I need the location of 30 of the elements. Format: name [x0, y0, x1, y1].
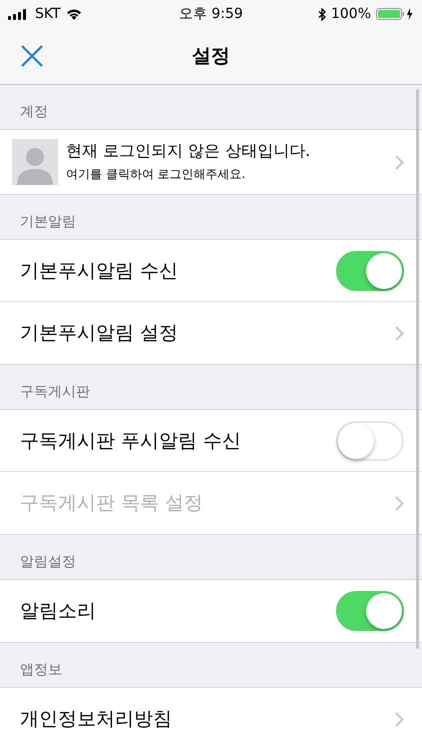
section-header: 알림설정 — [20, 553, 76, 571]
battery-charging-icon — [376, 8, 414, 20]
section-header: 앱정보 — [20, 661, 62, 679]
section-header: 구독게시판 — [20, 383, 90, 401]
login-row[interactable]: 현재 로그인되지 않은 상태입니다. 여기를 클릭하여 로그인해주세요. — [0, 130, 422, 194]
toggle-switch[interactable] — [336, 250, 404, 290]
status-time: 오후 9:59 — [179, 5, 243, 23]
toggle-switch[interactable] — [336, 591, 404, 631]
battery-percent: 100% — [330, 6, 371, 22]
setting-label: 구독게시판 목록 설정 — [20, 491, 204, 516]
settings-row[interactable]: 개인정보처리방침 — [0, 688, 422, 750]
section-header: 기본알림 — [20, 213, 76, 231]
section-header: 계정 — [20, 103, 48, 121]
chevron-icon — [395, 326, 404, 340]
carrier-name: SKT — [35, 6, 61, 22]
chevron-icon — [395, 712, 404, 726]
login-status-text: 현재 로그인되지 않은 상태입니다. — [66, 141, 312, 162]
chevron-icon — [395, 496, 404, 510]
setting-label: 개인정보처리방침 — [20, 707, 173, 732]
setting-label: 기본푸시알림 수신 — [20, 258, 180, 284]
settings-row[interactable]: 기본푸시알림 설정 — [0, 302, 422, 364]
avatar-icon — [12, 139, 58, 185]
setting-label: 알림소리 — [20, 599, 97, 624]
chevron-icon — [395, 154, 404, 170]
wifi-icon — [66, 8, 82, 20]
login-hint-text: 여기를 클릭하여 로그인해주세요. — [66, 166, 246, 183]
setting-label: 구독게시판 푸시알림 수신 — [20, 428, 242, 454]
setting-label: 기본푸시알림 설정 — [20, 321, 180, 346]
bluetooth-icon — [318, 8, 326, 20]
screen-title: 설정 — [192, 44, 230, 69]
